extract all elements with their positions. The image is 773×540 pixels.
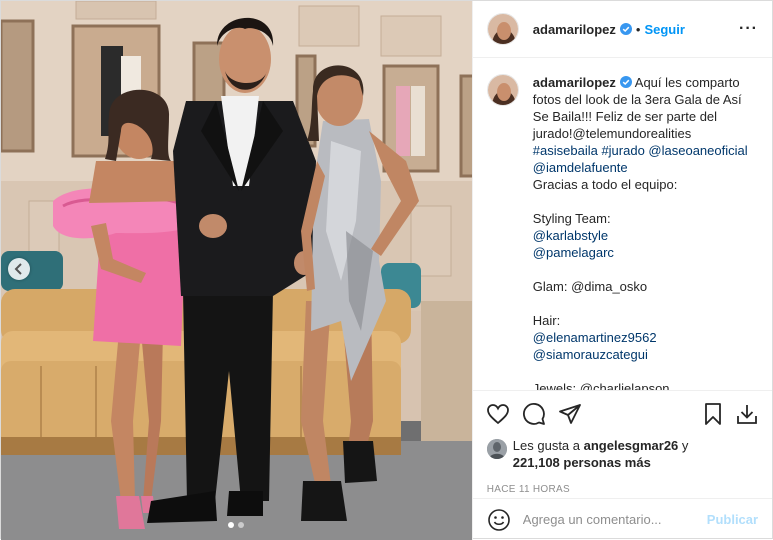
caption-line: Gracias a todo el equipo: bbox=[532, 177, 678, 192]
chevron-left-icon bbox=[14, 263, 22, 275]
bookmark-icon bbox=[705, 403, 721, 425]
likes-text: Les gusta a angelesgmar26 y 221,108 pers… bbox=[513, 437, 689, 471]
likes-count[interactable]: 221,108 personas más bbox=[513, 455, 651, 470]
comment-button[interactable] bbox=[521, 401, 547, 427]
verified-badge-icon bbox=[619, 23, 632, 35]
caption-line: Aquí les comparto bbox=[634, 75, 740, 90]
caption-text: adamarilopez Aquí les comparto fotos del… bbox=[533, 74, 753, 390]
comment-icon bbox=[522, 403, 545, 425]
caption-username[interactable]: adamarilopez bbox=[533, 75, 616, 90]
heart-icon bbox=[486, 404, 509, 425]
caption-avatar[interactable] bbox=[486, 74, 519, 106]
caption-line: Styling Team: bbox=[532, 211, 611, 226]
smiley-icon bbox=[487, 508, 510, 531]
caption-line: Hair: bbox=[532, 313, 561, 328]
likes-connector: y bbox=[681, 438, 689, 453]
instagram-post: adamarilopez • Seguir ··· adamarilopez A… bbox=[0, 0, 773, 540]
post-actions bbox=[473, 391, 772, 437]
post-timestamp[interactable]: HACE 11 HORAS bbox=[473, 471, 772, 495]
caption-mention-link[interactable]: @elenamartinez9562 bbox=[533, 329, 753, 346]
verified-badge-icon bbox=[619, 76, 632, 88]
caption-first-line: adamarilopez Aquí les comparto bbox=[533, 75, 740, 90]
comment-input[interactable] bbox=[522, 512, 699, 527]
likes-summary: Les gusta a angelesgmar26 y 221,108 pers… bbox=[473, 437, 772, 471]
comment-bar: Publicar bbox=[472, 498, 772, 540]
save-button[interactable] bbox=[700, 401, 726, 427]
header-separator: • bbox=[635, 21, 641, 37]
like-button[interactable] bbox=[485, 401, 511, 427]
header-username[interactable]: adamarilopez bbox=[533, 22, 616, 37]
caption-line: Jewels: @charlielapson bbox=[532, 381, 670, 391]
photo-scene bbox=[1, 1, 472, 540]
avatar[interactable] bbox=[486, 13, 519, 45]
post-header: adamarilopez • Seguir ··· bbox=[472, 1, 772, 58]
carousel-previous-button[interactable] bbox=[8, 258, 30, 280]
download-button[interactable] bbox=[734, 401, 760, 427]
post-side-panel: adamarilopez • Seguir ··· adamarilopez A… bbox=[471, 1, 772, 540]
avatar-image bbox=[486, 439, 507, 459]
likes-prefix: Les gusta a bbox=[512, 438, 580, 453]
caption-area: adamarilopez Aquí les comparto fotos del… bbox=[472, 58, 772, 391]
caption-line: Glam: @dima_osko bbox=[532, 279, 648, 294]
caption-mention-link[interactable]: @iamdelafuente bbox=[533, 159, 753, 176]
caption-line: Se Baila!!! Feliz de ser parte del bbox=[532, 109, 718, 124]
download-icon bbox=[737, 405, 757, 424]
caption-mention-link[interactable]: @siamorauzcategui bbox=[533, 346, 753, 363]
caption-mention-link[interactable]: @karlabstyle bbox=[533, 227, 753, 244]
publish-button[interactable]: Publicar bbox=[707, 512, 758, 527]
liker-avatar[interactable] bbox=[486, 439, 507, 459]
carousel-dots bbox=[1, 522, 472, 528]
liker-username[interactable]: angelesgmar26 bbox=[584, 438, 679, 453]
carousel-dot bbox=[238, 522, 245, 528]
more-options-icon[interactable]: ··· bbox=[739, 21, 758, 37]
caption-line: jurado!@telemundorealities bbox=[532, 126, 692, 141]
caption-hashtags-line[interactable]: #asisebaila #jurado @laseoaneoficial bbox=[533, 142, 753, 159]
avatar-image bbox=[487, 14, 518, 44]
carousel-dot-active bbox=[228, 522, 235, 528]
avatar-image bbox=[487, 75, 518, 105]
share-icon bbox=[558, 404, 581, 424]
emoji-button[interactable] bbox=[487, 508, 511, 532]
share-button[interactable] bbox=[557, 401, 583, 427]
follow-button[interactable]: Seguir bbox=[644, 22, 684, 37]
caption-mention-link[interactable]: @pamelagarc bbox=[533, 244, 753, 261]
caption-line: fotos del look de la 3era Gala de Así bbox=[532, 92, 742, 107]
post-photo[interactable] bbox=[1, 1, 472, 540]
